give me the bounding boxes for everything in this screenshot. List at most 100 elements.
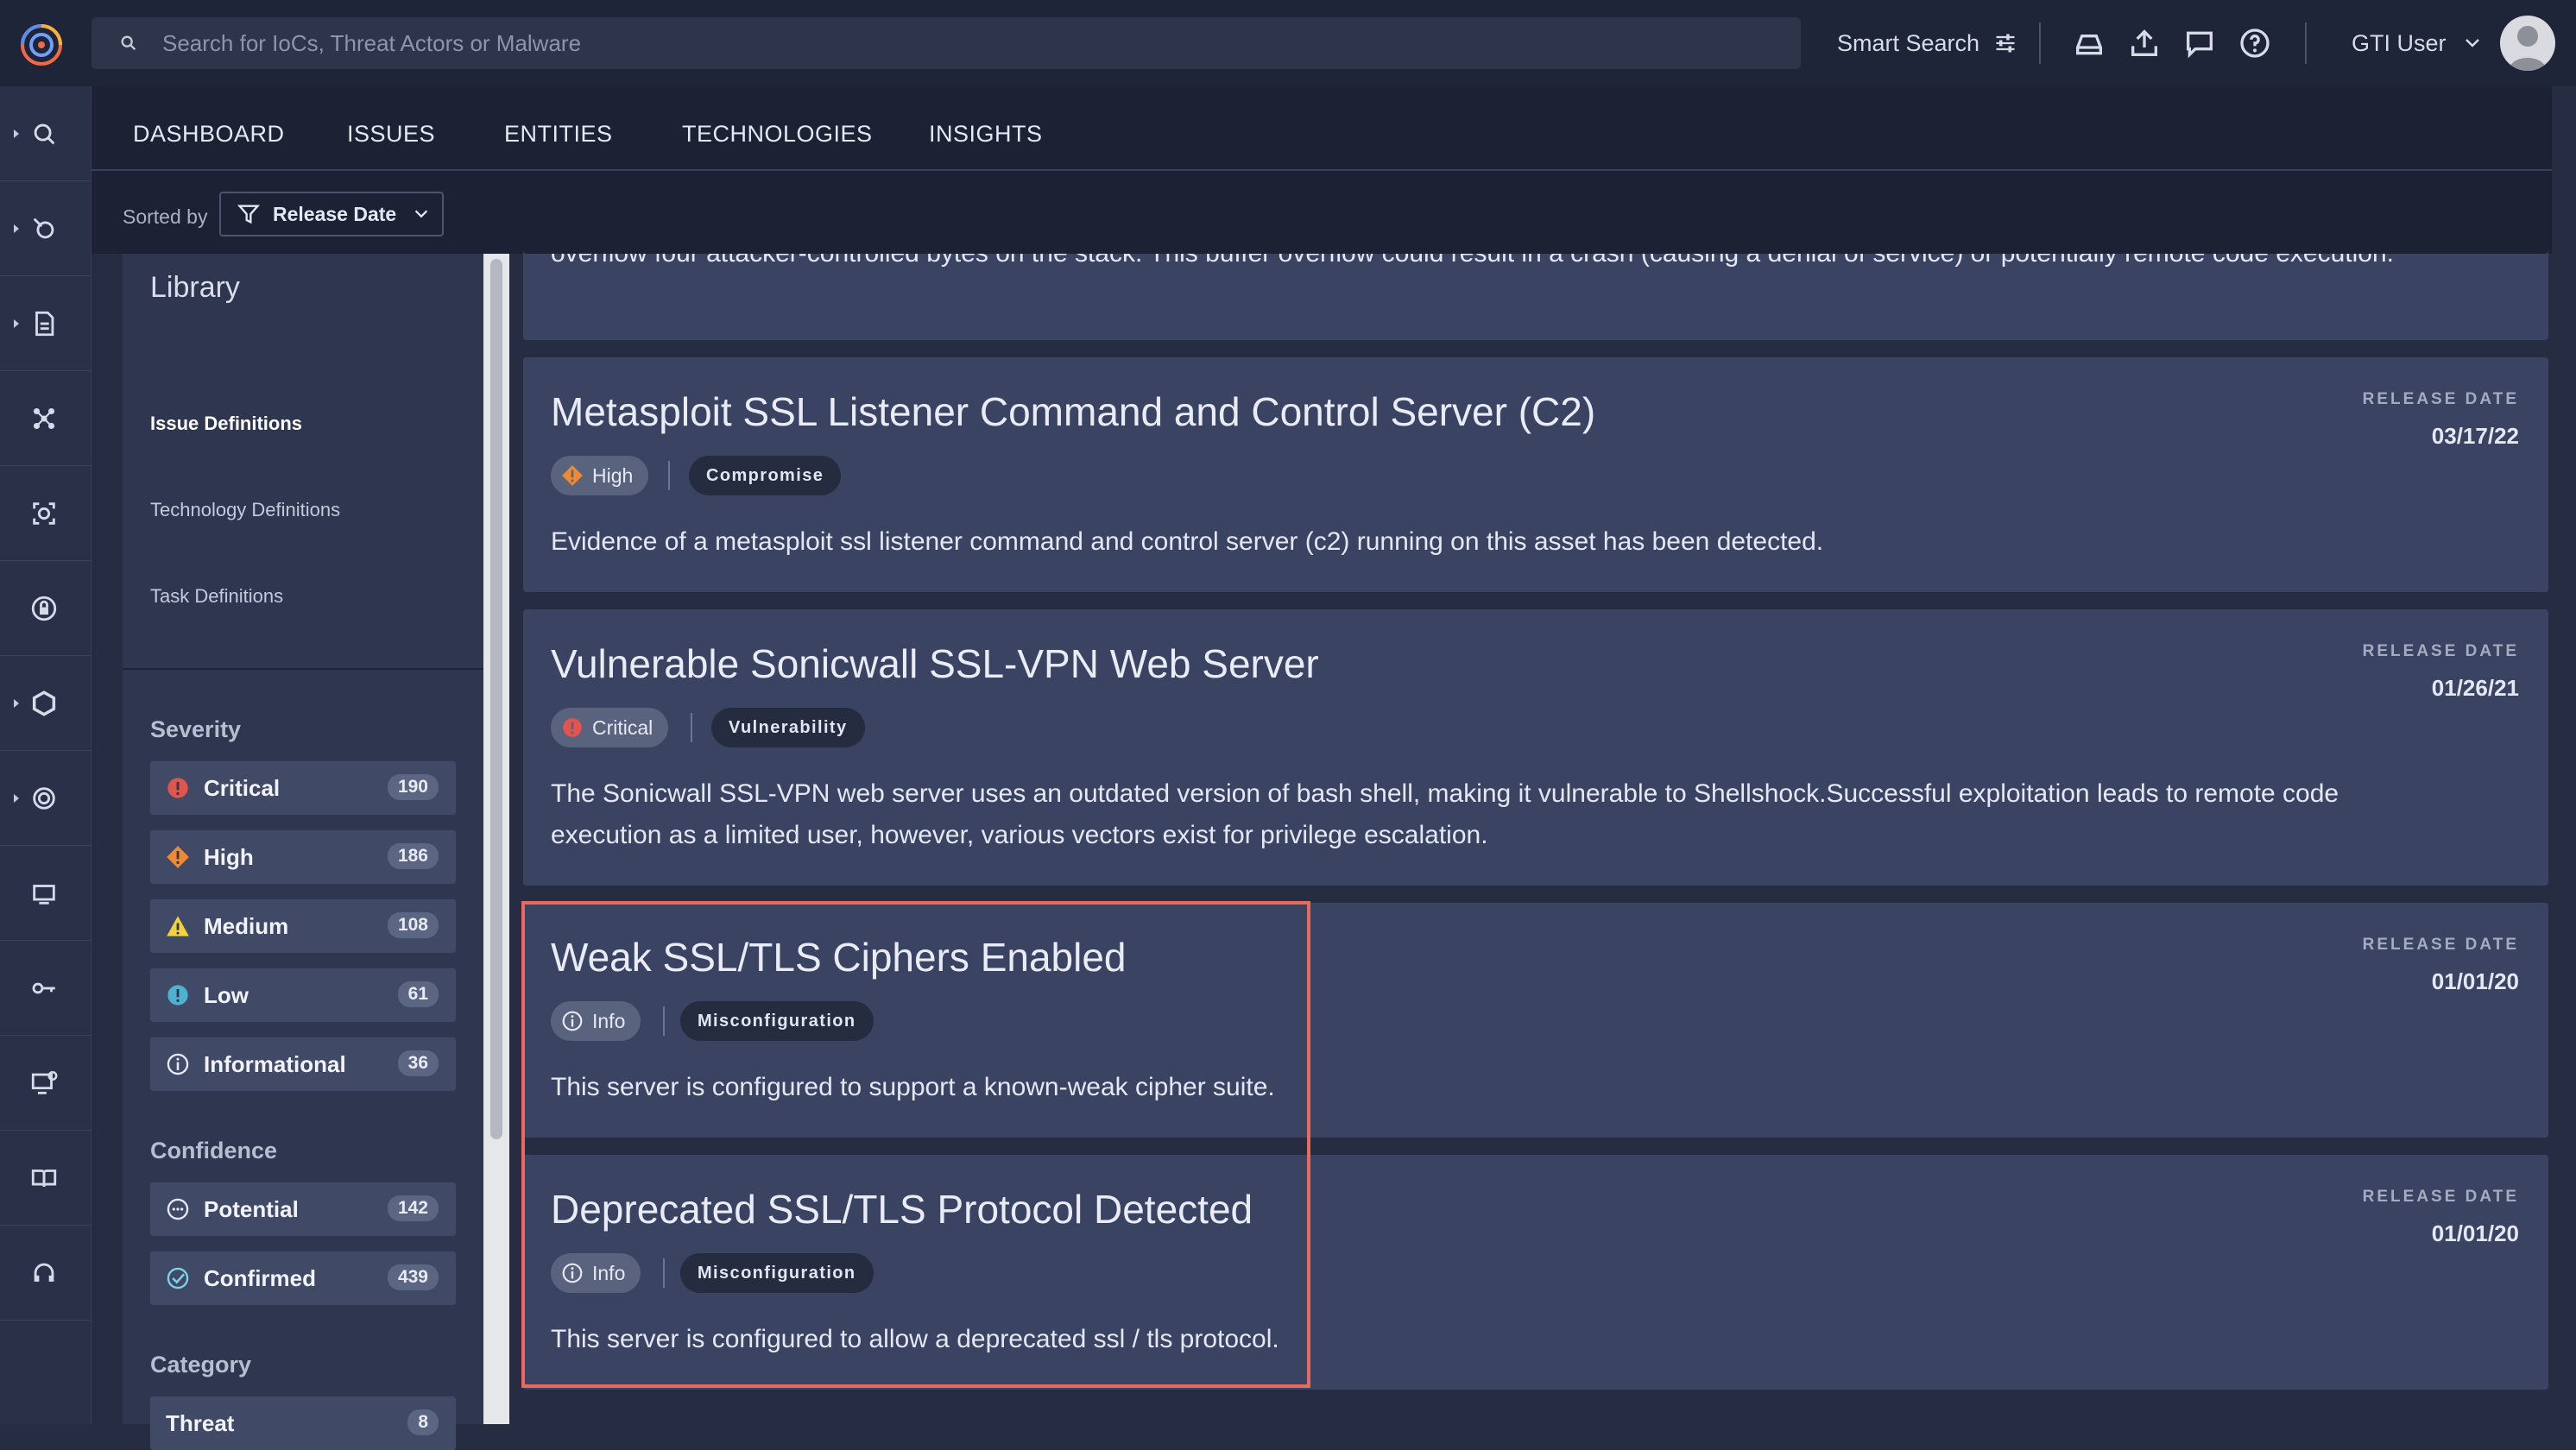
confidence-label: Confirmed <box>204 1264 316 1291</box>
confidence-count: 439 <box>387 1264 439 1290</box>
category-badge: Compromise <box>689 456 842 495</box>
hunt-icon <box>33 218 54 239</box>
critical-icon <box>167 778 188 798</box>
nav-dashboard[interactable] <box>0 846 92 941</box>
nav-hunting[interactable] <box>0 181 92 276</box>
issue-description: The Sonicwall SSL-VPN web server uses an… <box>551 779 2339 849</box>
top-bar: Search for IoCs, Threat Actors or Malwar… <box>0 0 2576 86</box>
nav-threat-intel[interactable] <box>0 86 92 181</box>
release-date-value: 03/17/22 <box>2431 423 2519 449</box>
severity-text: Critical <box>592 716 653 739</box>
graph-icon <box>33 407 55 430</box>
category-badge: Vulnerability <box>711 708 865 747</box>
link-task-definitions[interactable]: Task Definitions <box>150 585 283 608</box>
sort-value: Release Date <box>273 202 397 225</box>
sliders-icon <box>1996 34 2015 53</box>
confidence-filter-potential[interactable]: Potential 142 <box>150 1182 456 1236</box>
help-icon[interactable] <box>2238 26 2272 60</box>
severity-filter-low[interactable]: Low 61 <box>150 968 456 1022</box>
library-scrollbar-thumb[interactable] <box>490 259 502 1139</box>
hexagon-icon <box>32 690 56 716</box>
issue-title[interactable]: Metasploit SSL Listener Command and Cont… <box>551 388 1595 435</box>
high-icon <box>562 465 583 486</box>
severity-badge: Critical <box>551 708 669 747</box>
user-avatar-icon <box>2509 26 2547 71</box>
user-menu[interactable]: GTI User <box>2352 22 2483 64</box>
issue-description: Evidence of a metasploit ssl listener co… <box>551 527 1824 556</box>
confidence-filter-confirmed[interactable]: Confirmed 439 <box>150 1251 456 1305</box>
severity-text: High <box>592 463 634 487</box>
inbox-icon[interactable] <box>2072 26 2106 60</box>
avatar[interactable] <box>2500 16 2555 71</box>
nav-vault[interactable] <box>0 561 92 656</box>
release-date-value: 01/01/20 <box>2431 968 2519 994</box>
severity-title: Severity <box>150 716 242 742</box>
link-issue-definitions[interactable]: Issue Definitions <box>150 413 302 435</box>
tab-insights[interactable]: INSIGHTS <box>929 121 1043 148</box>
category-count: 8 <box>407 1409 439 1435</box>
smart-search-button[interactable]: Smart Search <box>1837 22 2017 64</box>
release-date-label: RELEASE DATE <box>2362 1188 2519 1206</box>
upload-icon[interactable] <box>2127 26 2162 60</box>
nav-scan[interactable] <box>0 466 92 561</box>
release-date-value: 01/26/21 <box>2431 675 2519 701</box>
nav-reports[interactable] <box>0 276 92 371</box>
nav-keys[interactable] <box>0 941 92 1036</box>
chevron-down-icon <box>2465 39 2479 47</box>
severity-filter-informational[interactable]: Informational 36 <box>150 1037 456 1091</box>
target-icon <box>33 787 55 810</box>
severity-count: 190 <box>387 774 439 800</box>
medium-icon <box>167 916 189 936</box>
sort-dropdown[interactable]: Release Date <box>219 192 444 236</box>
nav-graph[interactable] <box>0 371 92 466</box>
confirmed-check-icon <box>167 1267 189 1289</box>
release-date-label: RELEASE DATE <box>2362 642 2519 660</box>
severity-filter-high[interactable]: High 186 <box>150 830 456 884</box>
severity-count: 108 <box>387 912 439 938</box>
sort-label: Sorted by <box>123 205 208 228</box>
lock-icon <box>31 596 57 621</box>
sort-bar-overlay <box>523 181 2548 254</box>
severity-count: 186 <box>387 843 439 869</box>
toolbar-divider <box>2039 22 2041 64</box>
category-filter-threat[interactable]: Threat 8 <box>150 1396 456 1450</box>
library-panel: Library Issue Definitions Technology Def… <box>123 254 483 1450</box>
smart-search-label: Smart Search <box>1837 29 1980 56</box>
scan-icon <box>33 502 55 525</box>
issue-card[interactable]: Vulnerable Sonicwall SSL-VPN Web Server … <box>523 609 2548 886</box>
app-logo-icon[interactable] <box>16 12 67 72</box>
potential-icon <box>167 1198 189 1220</box>
nav-devices[interactable] <box>0 1036 92 1131</box>
severity-filter-critical[interactable]: Critical 190 <box>150 761 456 815</box>
severity-count: 61 <box>397 981 439 1007</box>
issue-title[interactable]: Vulnerable Sonicwall SSL-VPN Web Server <box>551 640 1319 687</box>
nav-library[interactable] <box>0 1131 92 1226</box>
tab-technologies[interactable]: TECHNOLOGIES <box>682 121 873 148</box>
chip-divider <box>691 713 692 742</box>
confidence-title: Confidence <box>150 1138 278 1163</box>
search-icon <box>121 35 136 51</box>
left-navigation <box>0 86 92 1424</box>
issue-card[interactable]: Metasploit SSL Listener Command and Cont… <box>523 357 2548 592</box>
nav-attack-surface[interactable] <box>0 656 92 751</box>
library-divider <box>123 668 483 670</box>
expand-arrow-icon <box>14 224 19 233</box>
severity-label: Medium <box>204 912 289 939</box>
nav-support[interactable] <box>0 1226 92 1321</box>
global-search-input[interactable]: Search for IoCs, Threat Actors or Malwar… <box>92 17 1801 69</box>
critical-icon <box>563 718 582 737</box>
category-title: Category <box>150 1352 252 1378</box>
expand-arrow-icon <box>14 794 19 803</box>
tab-dashboard[interactable]: DASHBOARD <box>133 121 285 148</box>
book-icon <box>31 1169 57 1188</box>
nav-monitoring[interactable] <box>0 751 92 846</box>
release-date-label: RELEASE DATE <box>2362 936 2519 954</box>
severity-filter-medium[interactable]: Medium 108 <box>150 899 456 953</box>
category-label: Threat <box>166 1409 235 1436</box>
tab-entities[interactable]: ENTITIES <box>504 121 613 148</box>
tab-issues[interactable]: ISSUES <box>347 121 435 148</box>
link-technology-definitions[interactable]: Technology Definitions <box>150 499 340 521</box>
chat-icon[interactable] <box>2182 26 2217 60</box>
key-icon <box>32 982 55 994</box>
high-icon <box>167 846 189 868</box>
